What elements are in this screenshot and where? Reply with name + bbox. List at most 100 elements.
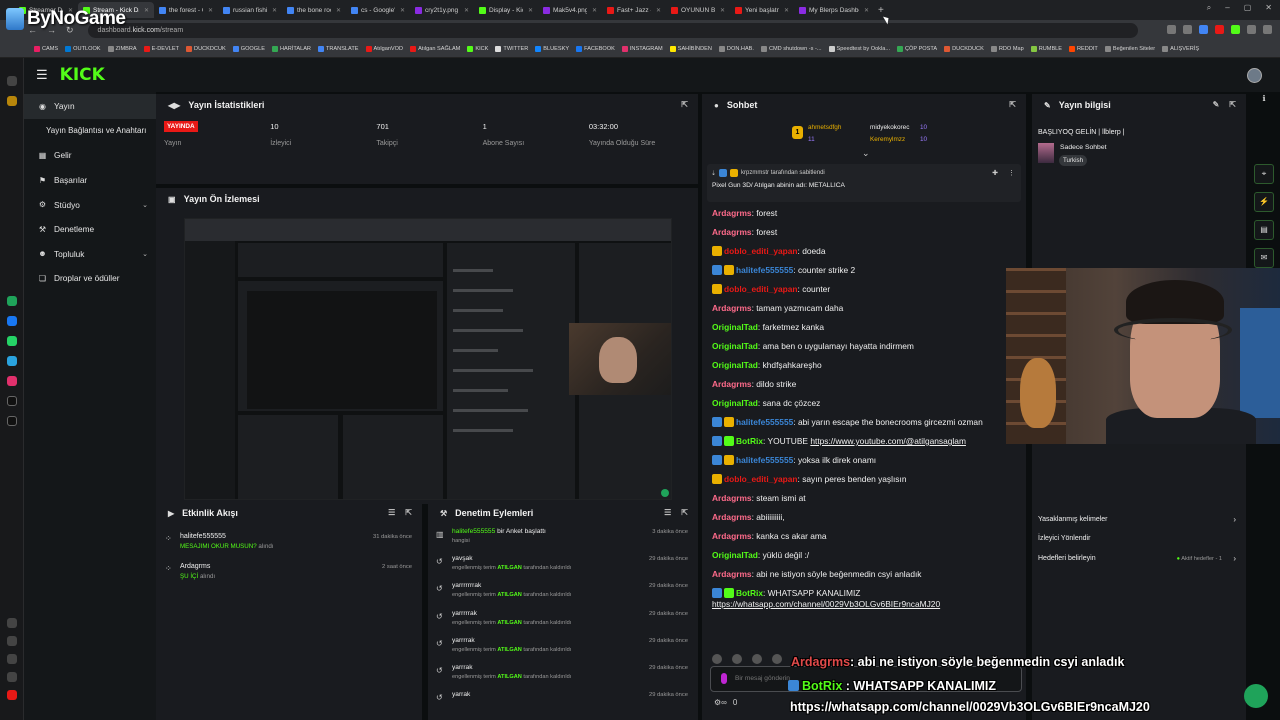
mod-user[interactable]: yarrrrak xyxy=(452,637,475,644)
nav-item-7[interactable]: ❏ Droplar ve ödüller xyxy=(24,266,156,291)
nav-item-5[interactable]: ⚒ Denetleme xyxy=(24,217,156,242)
tab-close-icon[interactable]: ✕ xyxy=(720,7,725,14)
chat-username[interactable]: doblo_editi_yapan xyxy=(724,246,798,256)
menu-icon[interactable] xyxy=(1263,25,1272,34)
gifter-3-name[interactable]: Keremylmzz xyxy=(870,136,905,143)
bookmark-item[interactable]: TWITTER xyxy=(495,46,528,52)
category-name[interactable]: Sadece Sohbet xyxy=(1060,144,1106,151)
stream-preview[interactable] xyxy=(184,218,672,500)
message-icon[interactable]: ✉ xyxy=(1254,248,1274,268)
tab-close-icon[interactable]: ✕ xyxy=(864,7,869,14)
extension-icon[interactable] xyxy=(1199,25,1208,34)
browser-tab[interactable]: Mak5v4.png - Hızlı Res ✕ xyxy=(538,2,602,18)
filter-icon[interactable]: ☰ xyxy=(664,508,671,517)
messenger-icon[interactable] xyxy=(7,316,17,326)
mod-user[interactable]: yarrak xyxy=(452,691,470,698)
chat-username[interactable]: OriginalTad xyxy=(712,341,758,351)
bookmark-item[interactable]: HARİTALAR xyxy=(271,46,311,52)
record-icon[interactable] xyxy=(7,690,17,700)
chat-username[interactable]: Ardagrms xyxy=(712,569,752,579)
avatar[interactable] xyxy=(1247,68,1262,83)
tab-close-icon[interactable]: ✕ xyxy=(144,7,149,14)
chat-username[interactable]: halitefe555555 xyxy=(736,265,793,275)
more-icon[interactable]: ⋮ xyxy=(1008,169,1015,177)
chat-username[interactable]: Ardagrms xyxy=(712,303,752,313)
bookmark-item[interactable]: GOOGLE xyxy=(232,46,265,52)
browser-tab[interactable]: Yeni başlatm. Nöt ✕ xyxy=(730,2,794,18)
tab-close-icon[interactable]: ✕ xyxy=(272,7,277,14)
raid-row[interactable]: İzleyici Yönlendir xyxy=(1038,535,1236,542)
bookmark-item[interactable]: ALIŞVERİŞ xyxy=(1162,46,1199,52)
bookmark-item[interactable]: RDO Map xyxy=(990,46,1024,52)
tab-close-icon[interactable]: ✕ xyxy=(528,7,533,14)
chevron-down-icon[interactable]: ⌄ xyxy=(142,201,148,209)
goals-row[interactable]: Hedefleri belirleyin ● Aktif hedefler - … xyxy=(1038,554,1236,563)
browser-tab[interactable]: Fast+ Jazz - EKLEMEDİ ✕ xyxy=(602,2,666,18)
tab-close-icon[interactable]: ✕ xyxy=(336,7,341,14)
close-window-icon[interactable]: ✕ xyxy=(1265,3,1272,13)
chat-username[interactable]: halitefe555555 xyxy=(736,417,793,427)
browser-tab[interactable]: cry2t1y.png - Hızlı Resi ✕ xyxy=(410,2,474,18)
mod-user[interactable]: yarrrrrrrak xyxy=(452,582,481,589)
chevron-down-icon[interactable]: ⌄ xyxy=(142,250,148,258)
popout-icon[interactable]: ⇱ xyxy=(681,508,688,517)
bolt-icon[interactable]: ⚡ xyxy=(1254,192,1274,212)
bookmark-item[interactable]: DUCKDUCK xyxy=(944,46,984,52)
emote-icon[interactable] xyxy=(712,654,722,664)
nav-item-6[interactable]: ☻ Topluluk ⌄ xyxy=(24,242,156,267)
edit-icon[interactable] xyxy=(7,636,17,646)
settings-icon[interactable] xyxy=(7,654,17,664)
bookmark-item[interactable]: OUTLOOK xyxy=(65,46,101,52)
maximize-icon[interactable]: ▢ xyxy=(1244,3,1252,13)
bookmark-item[interactable]: AtılganVOD xyxy=(365,46,403,52)
chat-username[interactable]: OriginalTad xyxy=(712,550,758,560)
browser-tab[interactable]: russian fishing 4 - Goo ✕ xyxy=(218,2,282,18)
mod-user[interactable]: yarrrrrak xyxy=(452,610,477,617)
crop-icon[interactable]: ⌖ xyxy=(1254,164,1274,184)
chat-username[interactable]: Ardagrms xyxy=(712,227,752,237)
chat-link[interactable]: https://whatsapp.com/channel/0029Vb3OLGv… xyxy=(712,599,940,609)
bookmark-item[interactable]: Beğenilen Siteler xyxy=(1104,46,1155,52)
chat-username[interactable]: Ardagrms xyxy=(712,531,752,541)
emote-icon[interactable] xyxy=(732,654,742,664)
nav-item-4[interactable]: ⚙ Stüdyo ⌄ xyxy=(24,192,156,217)
search-tabs-icon[interactable]: ⌕ xyxy=(1207,3,1211,13)
bookmark-item[interactable]: DUCKDCUK xyxy=(186,46,226,52)
telegram-icon[interactable] xyxy=(7,356,17,366)
bookmark-item[interactable]: CMD shutdown -s -... xyxy=(760,46,822,52)
user-icon[interactable] xyxy=(7,96,17,106)
chat-username[interactable]: Ardagrms xyxy=(712,493,752,503)
mod-user[interactable]: yavşak xyxy=(452,555,473,562)
bookmark-item[interactable]: RUMBLE xyxy=(1030,46,1062,52)
tab-close-icon[interactable]: ✕ xyxy=(656,7,661,14)
hamburger-menu-icon[interactable]: ☰ xyxy=(36,67,48,83)
edit-icon[interactable]: ✎ xyxy=(1213,100,1220,109)
minimize-icon[interactable]: – xyxy=(1225,3,1229,13)
tab-close-icon[interactable]: ✕ xyxy=(400,7,405,14)
emote-icon[interactable] xyxy=(772,654,782,664)
popout-icon[interactable]: ⇱ xyxy=(1229,100,1236,109)
info-icon[interactable]: ℹ xyxy=(1254,90,1274,110)
bookmark-item[interactable]: REDDIT xyxy=(1069,46,1098,52)
unpin-icon[interactable]: ✚ xyxy=(992,169,998,177)
popout-icon[interactable]: ⇱ xyxy=(681,100,688,109)
x-icon[interactable] xyxy=(7,416,17,426)
chat-username[interactable]: doblo_editi_yapan xyxy=(724,474,798,484)
clipboard-icon[interactable]: ▤ xyxy=(1254,220,1274,240)
browser-tab[interactable]: the forest - Google'da ✕ xyxy=(154,2,218,18)
chat-username[interactable]: Ardagrms xyxy=(712,379,752,389)
bookmark-item[interactable]: E-DEVLET xyxy=(143,46,179,52)
banned-words-row[interactable]: Yasaklanmış kelimeler › xyxy=(1038,515,1236,524)
whatsapp-icon[interactable] xyxy=(7,336,17,346)
bookmark-item[interactable]: KICK xyxy=(467,46,488,52)
bookmark-item[interactable]: TRANSLATE xyxy=(317,46,359,52)
bookmark-item[interactable]: Speedtest by Ookla... xyxy=(828,46,890,52)
nav-item-2[interactable]: ▦ Gelir xyxy=(24,143,156,168)
nav-item-3[interactable]: ⚑ Başarılar xyxy=(24,168,156,193)
nav-item-0[interactable]: ◉ Yayın xyxy=(24,94,156,119)
mod-user[interactable]: yarrrak xyxy=(452,664,473,671)
bookmark-item[interactable]: FACEBOOK xyxy=(576,46,615,52)
browser-tab[interactable]: My Blerps Dashboard ✕ xyxy=(794,2,874,18)
app-icon[interactable] xyxy=(7,296,17,306)
filter-icon[interactable]: ☰ xyxy=(388,508,395,517)
